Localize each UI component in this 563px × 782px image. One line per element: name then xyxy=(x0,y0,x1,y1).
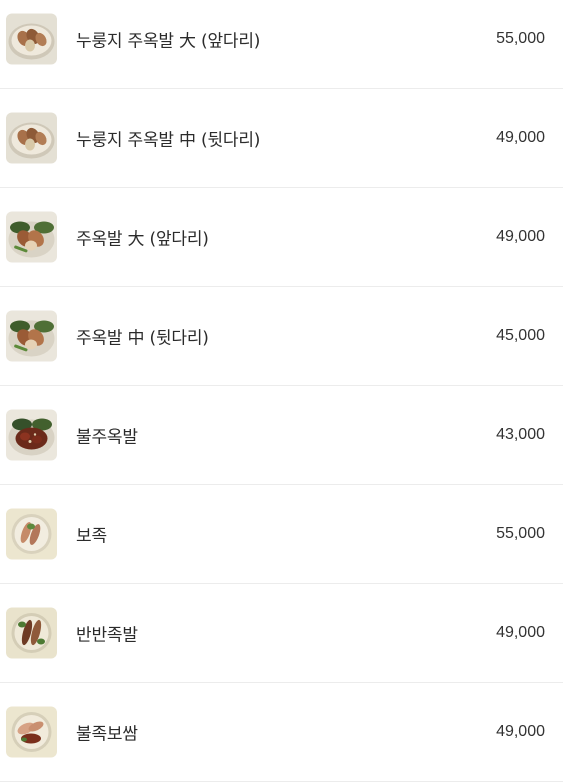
menu-item[interactable]: 누룽지 주옥발 大 (앞다리) 55,000 xyxy=(0,0,563,89)
jokbal-photo xyxy=(6,211,57,263)
menu-item[interactable]: 보족 55,000 xyxy=(0,485,563,584)
spicy-bossam-photo xyxy=(6,706,57,758)
banban-jokbal-photo xyxy=(6,607,57,659)
menu-item-name: 주옥발 大 (앞다리) xyxy=(76,229,209,250)
menu-item-name: 반반족발 xyxy=(76,625,138,646)
menu-item[interactable]: 반반족발 49,000 xyxy=(0,584,563,683)
bojok-photo xyxy=(6,508,57,560)
menu-item-price: 55,000 xyxy=(496,30,545,47)
nurungji-jokbal-photo xyxy=(6,13,57,65)
spicy-jokbal-photo xyxy=(6,409,57,461)
menu-item-name: 누룽지 주옥발 中 (뒷다리) xyxy=(76,130,261,151)
menu-item-name: 불족보쌈 xyxy=(76,724,138,745)
menu-item[interactable]: 불족보쌈 49,000 xyxy=(0,683,563,782)
menu-item-name: 누룽지 주옥발 大 (앞다리) xyxy=(76,31,261,52)
menu-item-name: 주옥발 中 (뒷다리) xyxy=(76,328,209,349)
menu-list: 누룽지 주옥발 大 (앞다리) 55,000 누룽지 주옥발 中 (뒷다리) 4… xyxy=(0,0,563,782)
menu-item-price: 49,000 xyxy=(496,228,545,245)
nurungji-jokbal-photo xyxy=(6,112,57,164)
menu-item[interactable]: 주옥발 大 (앞다리) 49,000 xyxy=(0,188,563,287)
menu-item[interactable]: 주옥발 中 (뒷다리) 45,000 xyxy=(0,287,563,386)
menu-item[interactable]: 누룽지 주옥발 中 (뒷다리) 49,000 xyxy=(0,89,563,188)
menu-item-price: 49,000 xyxy=(496,624,545,641)
jokbal-photo xyxy=(6,310,57,362)
menu-item-price: 45,000 xyxy=(496,327,545,344)
menu-item-price: 43,000 xyxy=(496,426,545,443)
menu-item-price: 49,000 xyxy=(496,129,545,146)
menu-item-name: 보족 xyxy=(76,526,107,547)
menu-item-name: 불주옥발 xyxy=(76,427,138,448)
menu-item-price: 49,000 xyxy=(496,723,545,740)
menu-item[interactable]: 불주옥발 43,000 xyxy=(0,386,563,485)
menu-item-price: 55,000 xyxy=(496,525,545,542)
